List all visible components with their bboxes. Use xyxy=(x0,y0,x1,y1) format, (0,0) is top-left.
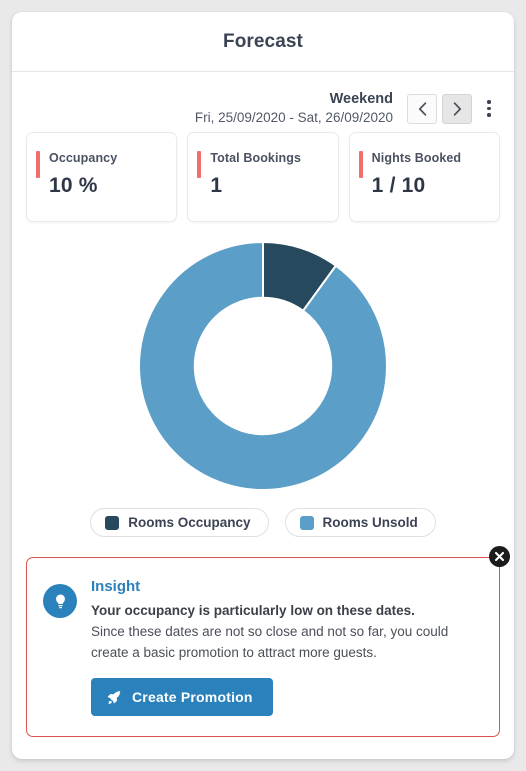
legend-label: Rooms Unsold xyxy=(322,515,418,530)
create-promotion-label: Create Promotion xyxy=(132,689,253,706)
insight-panel-wrapper: Insight Your occupancy is particularly l… xyxy=(26,546,510,738)
legend-swatch xyxy=(105,515,120,530)
date-labels: Weekend Fri, 25/09/2020 - Sat, 26/09/202… xyxy=(195,90,393,126)
chevron-right-icon xyxy=(453,101,461,116)
next-period-button[interactable] xyxy=(442,93,472,124)
occupancy-donut-chart xyxy=(135,238,391,494)
insight-description: Since these dates are not so close and n… xyxy=(91,624,449,661)
kebab-dot xyxy=(487,113,491,117)
widget-options-menu-button[interactable] xyxy=(478,94,500,124)
chart-legend: Rooms Occupancy Rooms Unsold xyxy=(12,494,514,537)
widget-header: Forecast xyxy=(12,12,514,72)
accent-bar xyxy=(358,151,363,178)
donut-slice-rooms-unsold[interactable] xyxy=(138,240,388,491)
chart-area xyxy=(12,222,514,494)
stat-label: Occupancy xyxy=(49,151,118,165)
forecast-widget: Forecast Weekend Fri, 25/09/2020 - Sat, … xyxy=(12,12,514,759)
date-period-type: Weekend xyxy=(329,91,393,108)
lightbulb-icon xyxy=(55,594,65,608)
legend-swatch xyxy=(299,515,314,530)
stat-label: Nights Booked xyxy=(371,151,462,165)
legend-item-rooms-unsold[interactable]: Rooms Unsold xyxy=(284,508,436,537)
stat-card-total-bookings: Total Bookings 1 xyxy=(187,132,339,222)
insight-body: Insight Your occupancy is particularly l… xyxy=(91,576,481,717)
rocket-icon xyxy=(107,690,122,704)
accent-bar xyxy=(197,151,202,178)
date-range-label: Fri, 25/09/2020 - Sat, 26/09/2020 xyxy=(194,110,393,126)
insight-headline: Your occupancy is particularly low on th… xyxy=(91,603,415,618)
insight-title: Insight xyxy=(91,578,141,595)
kebab-dot xyxy=(487,100,491,104)
stat-card-list: Occupancy 10 % Total Bookings 1 Nights B… xyxy=(12,128,514,222)
close-icon xyxy=(494,551,505,562)
donut-svg xyxy=(138,240,388,491)
chevron-left-icon xyxy=(418,101,426,116)
prev-period-button[interactable] xyxy=(407,93,437,124)
accent-bar xyxy=(36,151,40,178)
stat-value: 10 % xyxy=(49,174,98,197)
stat-value: 1 xyxy=(210,174,223,197)
dismiss-insight-button[interactable] xyxy=(489,546,510,567)
stat-card-nights-booked: Nights Booked 1 / 10 xyxy=(348,132,500,222)
insight-panel: Insight Your occupancy is particularly l… xyxy=(26,557,500,738)
stat-card-occupancy: Occupancy 10 % xyxy=(26,132,178,222)
create-promotion-button[interactable]: Create Promotion xyxy=(91,678,273,717)
date-navigation: Weekend Fri, 25/09/2020 - Sat, 26/09/202… xyxy=(12,72,514,128)
page-title: Forecast xyxy=(222,30,303,52)
stat-value: 1 / 10 xyxy=(371,174,426,197)
legend-label: Rooms Occupancy xyxy=(128,515,251,530)
stat-label: Total Bookings xyxy=(210,151,302,165)
legend-item-rooms-occupancy[interactable]: Rooms Occupancy xyxy=(90,508,269,537)
lightbulb-badge xyxy=(43,584,77,618)
kebab-dot xyxy=(487,106,491,111)
